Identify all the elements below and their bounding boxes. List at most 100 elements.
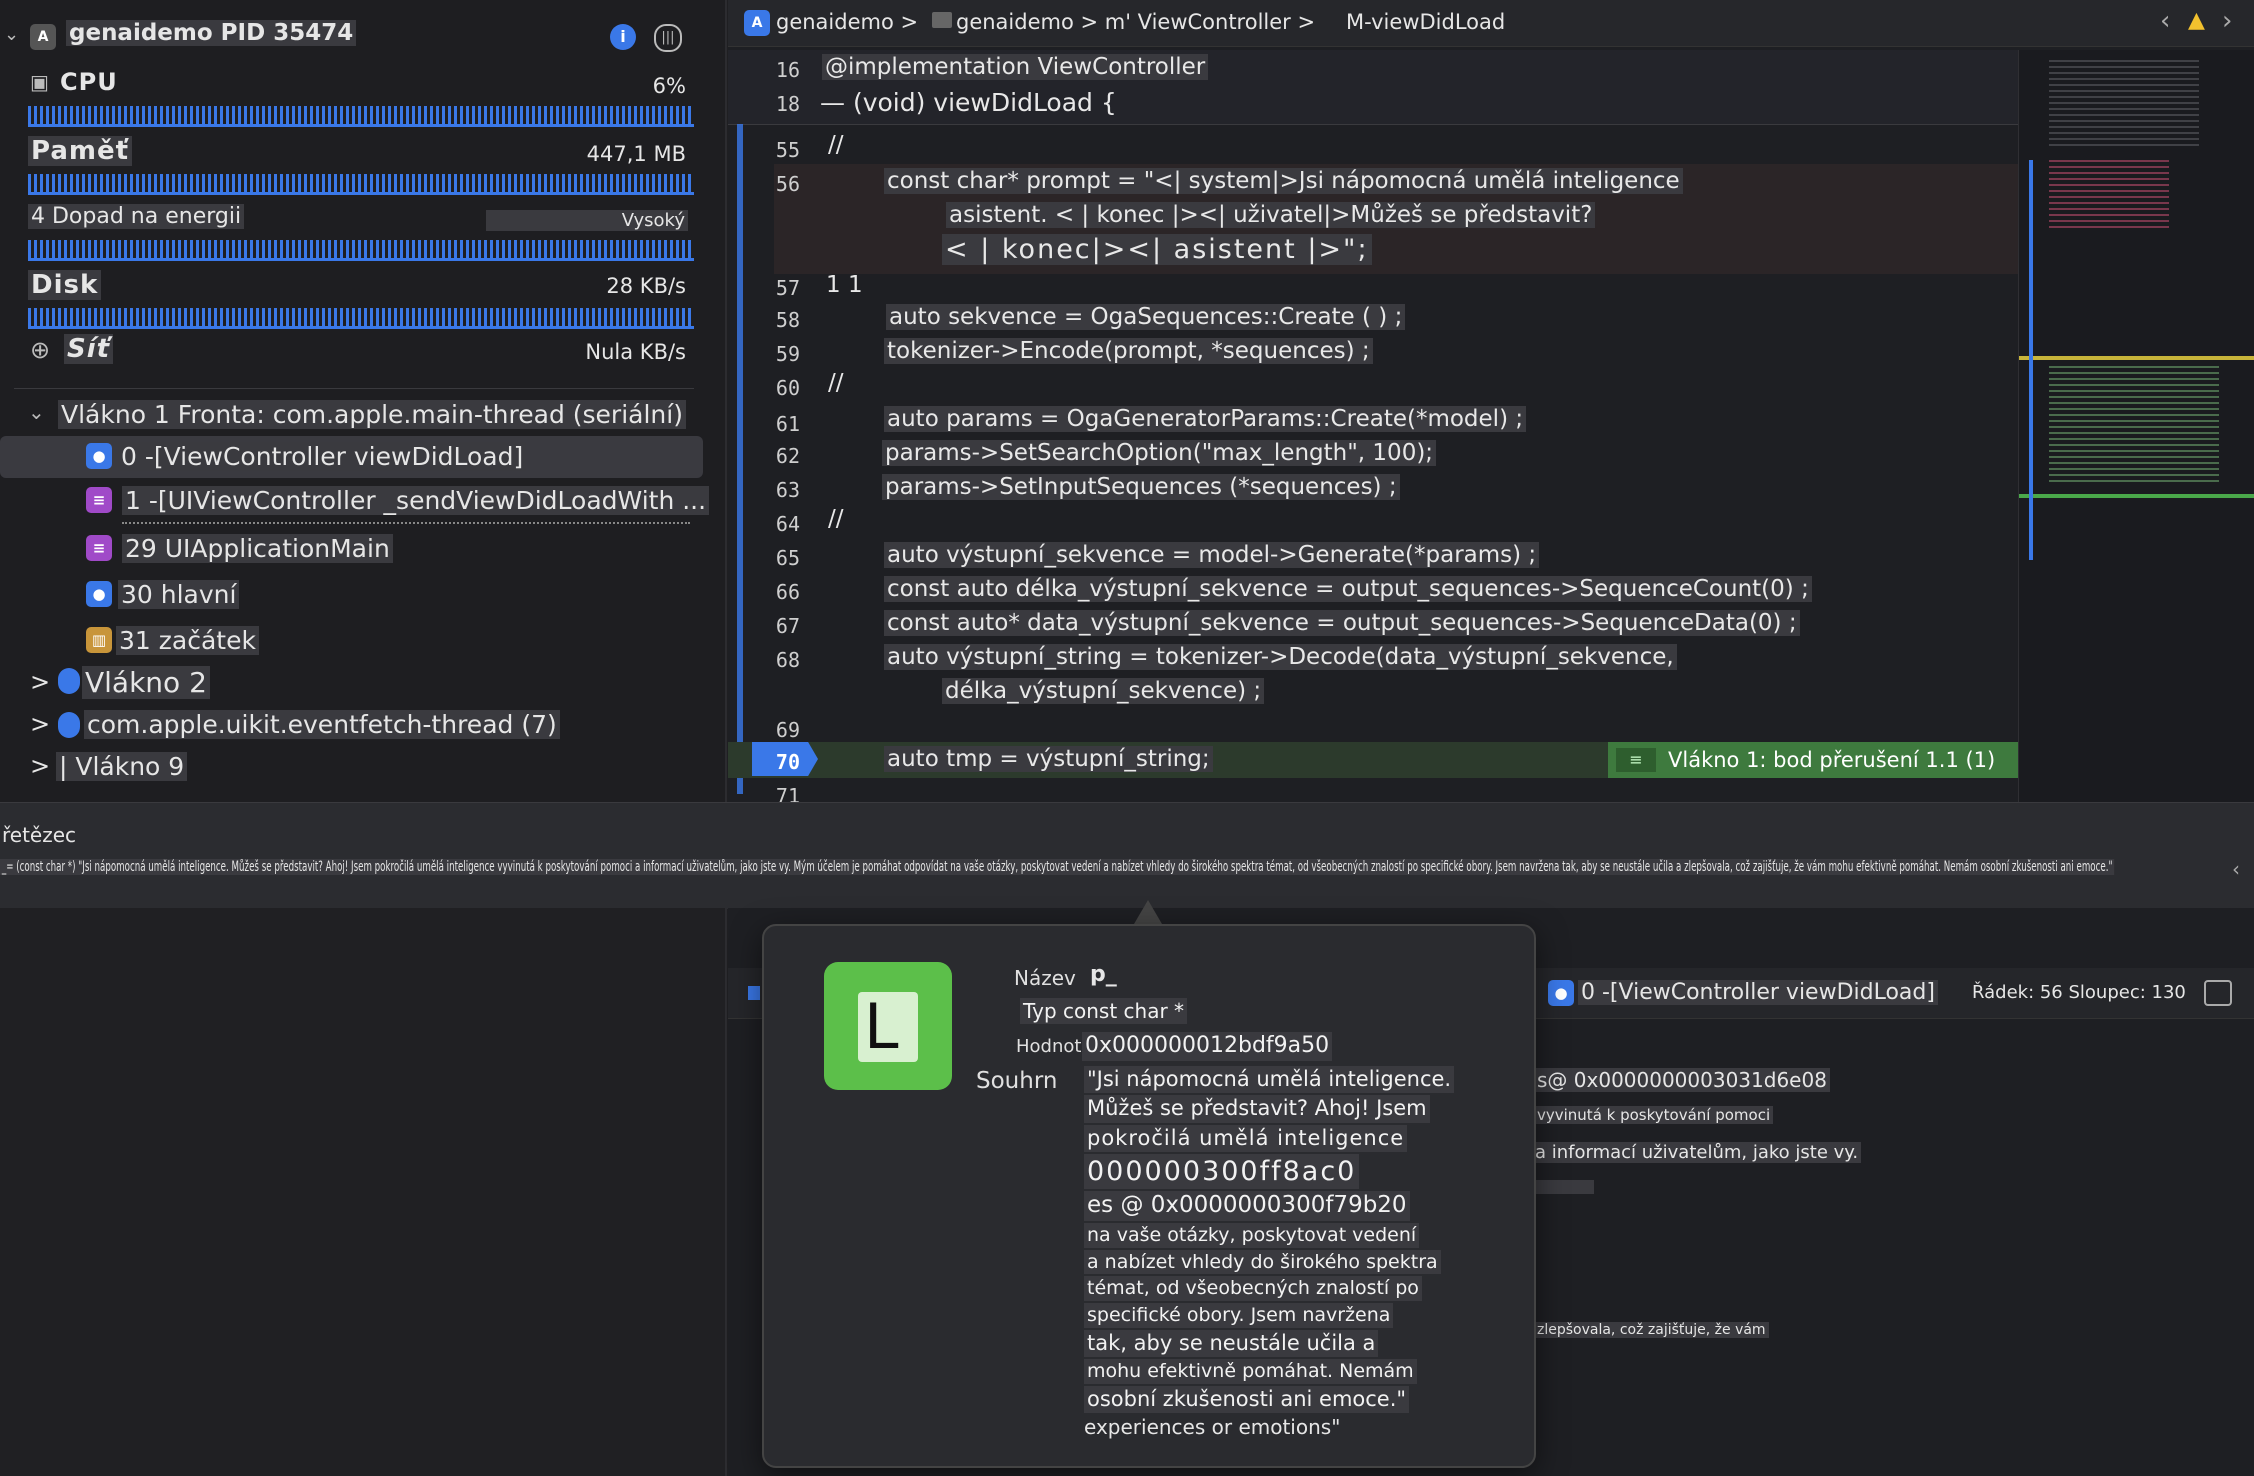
summary-line: es @ 0x0000000300f79b20 [1084, 1190, 1410, 1221]
name-key: Název [1014, 966, 1076, 990]
thread-label: com.apple.uikit.eventfetch-thread (7) [84, 710, 560, 739]
frame-31-row[interactable]: ▥ 31 začátek [0, 622, 720, 662]
memory-gauge[interactable]: Paměť 447,1 MB [0, 130, 720, 195]
gauge-value: 6% [652, 74, 686, 98]
frame-30-row[interactable]: ● 30 hlavní [0, 576, 720, 616]
line-number: 67 [775, 614, 800, 638]
code-line: @implementation ViewController [822, 54, 1209, 80]
chevron-right-icon[interactable]: > [30, 668, 50, 696]
eventfetch-thread-row[interactable]: > com.apple.uikit.eventfetch-thread (7) [0, 706, 720, 746]
chevron-down-icon[interactable]: ⌄ [4, 24, 19, 45]
summary-key: Souhrn [976, 1068, 1058, 1094]
project-icon: A [744, 10, 770, 36]
cpu-gauge[interactable]: ▣ CPU 6% [0, 62, 720, 127]
summary-line: 000000300ff8ac0 [1084, 1153, 1360, 1189]
gauge-label: CPU [60, 68, 118, 96]
name-value: p_ [1090, 962, 1117, 987]
chevron-left-icon[interactable]: ‹ [2160, 6, 2170, 36]
frame-label: 30 hlavní [118, 580, 240, 609]
thread-9-row[interactable]: > | Vlákno 9 [0, 748, 720, 788]
code-line: — (void) viewDidLoad { [820, 88, 1117, 117]
frames-gap-divider [122, 522, 690, 524]
chevron-right-icon[interactable]: > [30, 752, 50, 780]
code-line: params->SetInputSequences (*sequences) ; [882, 474, 1400, 500]
panel-toggle-icon[interactable] [2204, 980, 2232, 1006]
warning-icon[interactable]: ▲ [2188, 8, 2205, 33]
chevron-right-icon[interactable]: › [2222, 6, 2232, 36]
frame-label: 0 -[ViewController viewDidLoad] [118, 442, 527, 471]
debug-navigator: ⌄ A genaidemo PID 35474 i ||| ▣ CPU 6% P… [0, 0, 727, 802]
code-line: tokenizer->Encode(prompt, *sequences) ; [884, 338, 1373, 364]
minimap-change-bar [2029, 160, 2033, 560]
process-title: genaidemo PID 35474 [66, 20, 357, 46]
energy-gauge[interactable]: 4 Dopad na energii Vysoký [0, 198, 720, 262]
summary-line: specifické obory. Jsem navržena [1084, 1302, 1394, 1328]
variable-popover: L Název p_ Typ const char * Hodnota 0x00… [762, 924, 1536, 1468]
summary-line: tak, aby se neustále učila a [1084, 1329, 1379, 1357]
breakpoint-label: Vlákno 1: bod přerušení 1.1 (1) [1668, 748, 1996, 772]
globe-icon: ⊕ [30, 336, 51, 364]
chevron-left-icon[interactable]: ‹ [2232, 857, 2240, 881]
variables-pane [0, 908, 727, 1476]
chevron-down-icon[interactable]: ⌄ [28, 400, 45, 424]
sticky-scope-header: 16 @implementation ViewController 18 — (… [728, 50, 2018, 125]
info-icon[interactable]: i [610, 24, 636, 50]
minimap-block [2049, 160, 2169, 230]
variable-title: řetězec [2, 823, 77, 847]
network-gauge[interactable]: ⊕ Síť Nula KB/s [0, 332, 720, 376]
divider [14, 388, 694, 389]
variable-value-row[interactable]: _= (const char *) "Jsi nápomocná umělá i… [0, 855, 2220, 885]
line-number: 62 [775, 444, 800, 468]
line-number: 18 [775, 92, 800, 116]
breadcrumb-method[interactable]: M-viewDidLoad [1346, 10, 1505, 34]
line-number: 70 [775, 750, 800, 774]
frame-label: 29 UIApplicationMain [122, 534, 393, 563]
gauge-value: Vysoký [486, 210, 688, 231]
thread-1-label: Vlákno 1 Fronta: com.apple.main-thread (… [58, 400, 686, 429]
debug-frame-label[interactable]: 0 -[ViewController viewDidLoad] [1578, 980, 1938, 1005]
code-line: auto sekvence = OgaSequences::Create ( )… [886, 304, 1406, 330]
breakpoint-annotation: ≡ Vlákno 1: bod přerušení 1.1 (1) [1608, 742, 2018, 778]
line-number: 58 [775, 308, 800, 332]
line-number: 66 [775, 580, 800, 604]
process-row[interactable]: ⌄ A genaidemo PID 35474 i ||| [0, 14, 720, 58]
chevron-right-icon[interactable]: > [30, 710, 50, 738]
code-line: 1 1 [826, 272, 863, 298]
line-number: 56 [775, 172, 800, 196]
frame-label: 31 začátek [116, 626, 259, 655]
gauge-label: 4 Dopad na energii [28, 204, 245, 229]
minimap[interactable] [2018, 50, 2254, 802]
frame-29-row[interactable]: ≡ 29 UIApplicationMain [0, 530, 720, 570]
line-number: 16 [775, 58, 800, 82]
line-number: 64 [775, 512, 800, 536]
disk-gauge[interactable]: Disk 28 KB/s [0, 266, 720, 330]
breadcrumb-file[interactable]: genaidemo > m' ViewController > [956, 10, 1315, 34]
summary-text[interactable]: "Jsi nápomocná umělá inteligence. Můžeš … [1084, 1066, 1514, 1439]
code-line: auto výstupní_sekvence = model->Generate… [884, 542, 1540, 568]
minimap-marker [2019, 494, 2254, 498]
local-variable-icon: L [824, 962, 952, 1090]
line-number: 61 [775, 412, 800, 436]
jump-bar: A genaidemo > genaidemo > m' ViewControl… [728, 0, 2254, 47]
summary-line: mohu efektivně pomáhat. Nemám [1084, 1358, 1417, 1384]
breadcrumb-project[interactable]: genaidemo > [776, 10, 918, 34]
code-line: params->SetSearchOption("max_length", 10… [882, 440, 1437, 466]
threads-icon[interactable]: ||| [654, 24, 682, 52]
code-line: // [828, 132, 844, 158]
thread-1-row[interactable]: ⌄ Vlákno 1 Fronta: com.apple.main-thread… [0, 396, 720, 436]
frame-1-row[interactable]: ≡ 1 -[UIViewController _sendViewDidLoadW… [0, 482, 720, 524]
gauge-label: Síť [64, 334, 114, 364]
gauge-label: Disk [28, 270, 102, 300]
line-number: 60 [775, 376, 800, 400]
value-value[interactable]: 0x000000012bdf9a50 [1082, 1032, 1333, 1061]
thread-2-row[interactable]: > Vlákno 2 [0, 664, 720, 704]
debug-toggle-icon[interactable] [748, 986, 760, 1000]
thread-label: | Vlákno 9 [56, 752, 188, 781]
summary-line: "Jsi nápomocná umělá inteligence. [1084, 1066, 1455, 1094]
code-area[interactable]: 55 // 56 const char* prompt = "<| system… [728, 124, 2018, 808]
folder-icon [932, 12, 952, 28]
code-line: const char* prompt = "<| system|>Jsi náp… [884, 168, 1683, 194]
code-line: asistent. < | konec |><| uživatel|>Můžeš… [946, 202, 1596, 228]
frame-0-row[interactable]: ● 0 -[ViewController viewDidLoad] [0, 436, 703, 478]
value-key: Hodnota [1016, 1036, 1093, 1057]
